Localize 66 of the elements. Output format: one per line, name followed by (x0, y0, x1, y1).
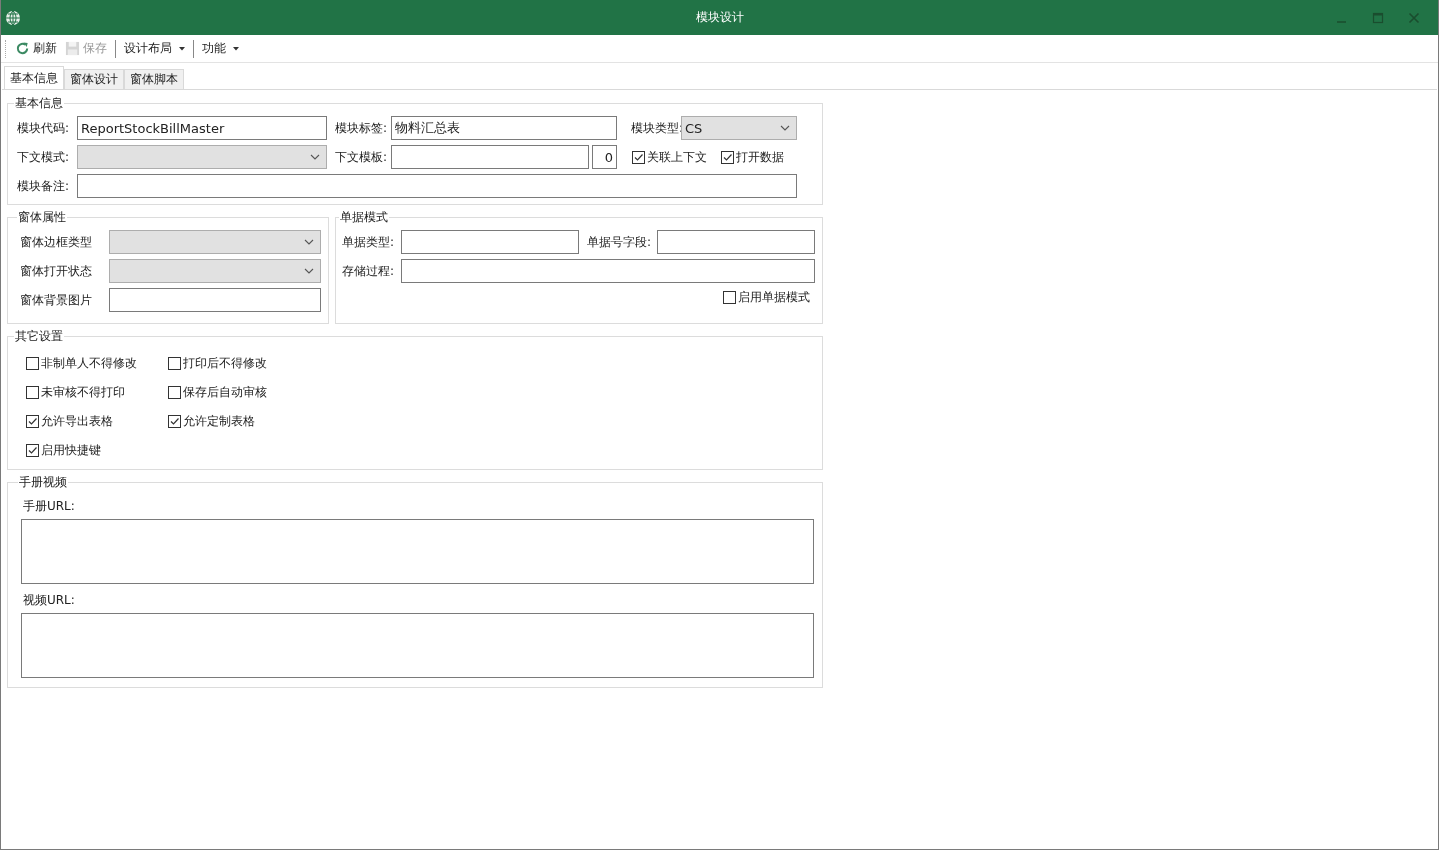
input-field[interactable] (109, 288, 321, 312)
group-title: 窗体属性 (17, 209, 67, 226)
refresh-icon (15, 41, 30, 56)
checkbox-label: 允许导出表格 (41, 413, 113, 430)
caret-icon (233, 46, 239, 51)
checkbox[interactable] (632, 150, 645, 164)
field-label: 模块代码: (17, 119, 71, 137)
field-label: 窗体打开状态 (20, 262, 93, 280)
chevron-down-icon (304, 239, 314, 245)
toolbar-button[interactable]: 设计布局 (120, 37, 189, 60)
input-field[interactable] (657, 230, 815, 254)
input-field[interactable] (391, 145, 589, 169)
input-field[interactable] (401, 259, 815, 283)
field-label: 模块标签: (334, 119, 389, 137)
field-label: 单据号字段: (586, 233, 653, 251)
checkbox[interactable] (26, 444, 39, 457)
input-field[interactable] (401, 230, 579, 254)
checkbox[interactable] (26, 415, 39, 428)
group-title: 单据模式 (339, 209, 389, 226)
group-title: 其它设置 (14, 328, 64, 345)
checkbox[interactable] (168, 415, 181, 428)
field-label: 模块备注: (17, 177, 71, 195)
chevron-down-icon (310, 154, 320, 160)
input-field[interactable] (77, 174, 797, 198)
checkbox[interactable] (168, 386, 181, 399)
toolbar-button[interactable]: 功能 (198, 37, 243, 60)
checkbox-label: 关联上下文 (647, 148, 707, 166)
field-label: 手册URL: (23, 498, 76, 515)
tab[interactable]: 窗体设计 (64, 69, 124, 89)
tab[interactable]: 窗体脚本 (124, 69, 184, 89)
checkbox-label: 打开数据 (736, 148, 784, 166)
number-field[interactable]: 0 (592, 145, 617, 169)
checkbox-label: 启用单据模式 (738, 289, 810, 306)
caret-icon (179, 46, 185, 51)
checkbox-label: 非制单人不得修改 (41, 355, 137, 372)
toolbar-button[interactable]: 刷新 (11, 37, 61, 60)
text-area[interactable] (21, 613, 814, 678)
checkbox[interactable] (168, 357, 181, 370)
text-area[interactable] (21, 519, 814, 584)
tab[interactable]: 基本信息 (4, 66, 64, 89)
window-title: 模块设计 (695, 9, 744, 26)
field-label: 视频URL: (23, 592, 76, 609)
checkbox-label: 保存后自动审核 (183, 384, 267, 401)
group-title: 手册视频 (18, 474, 68, 491)
checkbox-label: 未审核不得打印 (41, 384, 125, 401)
checkbox[interactable] (26, 386, 39, 399)
group-title: 基本信息 (14, 95, 64, 112)
checkbox[interactable] (723, 291, 736, 304)
field-label: 单据类型: (342, 233, 396, 251)
globe-icon (5, 9, 21, 26)
field-label: 存储过程: (342, 262, 396, 280)
field-label: 模块类型: (630, 119, 681, 137)
dropdown[interactable]: CS (681, 116, 797, 140)
field-label: 下文模式: (17, 148, 71, 166)
chevron-down-icon (304, 268, 314, 274)
field-label: 窗体边框类型 (20, 233, 93, 251)
chevron-down-icon (780, 125, 790, 131)
checkbox-label: 打印后不得修改 (183, 355, 267, 372)
input-field[interactable]: ReportStockBillMaster (77, 116, 327, 140)
checkbox-label: 允许定制表格 (183, 413, 255, 430)
field-label: 窗体背景图片 (20, 291, 93, 309)
checkbox[interactable] (26, 357, 39, 370)
field-label: 下文模板: (334, 148, 389, 166)
checkbox-label: 启用快捷键 (41, 442, 101, 459)
input-field[interactable]: 物料汇总表 (391, 116, 617, 140)
checkbox[interactable] (721, 150, 734, 164)
